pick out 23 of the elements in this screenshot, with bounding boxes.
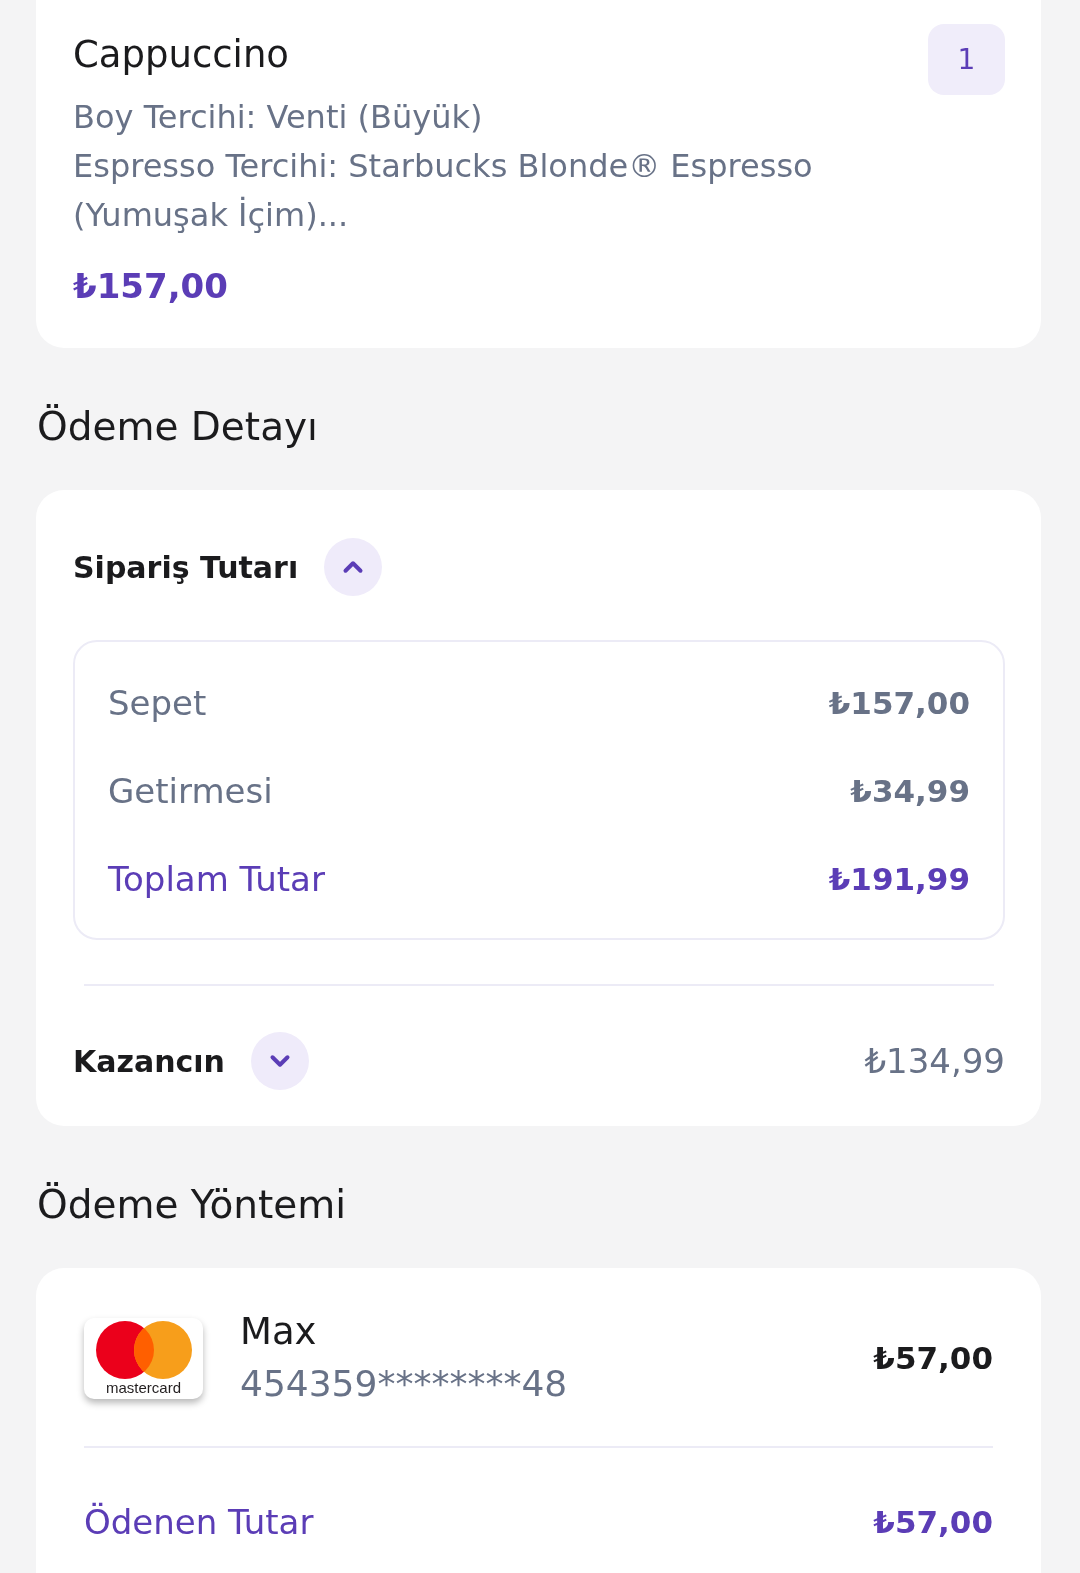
paid-value: ₺57,00 xyxy=(873,1504,993,1540)
card-amount: ₺57,00 xyxy=(873,1340,993,1376)
amount-label: Sepet xyxy=(108,683,207,723)
section-value: ₺134,99 xyxy=(864,1041,1005,1081)
section-label: Sipariş Tutarı xyxy=(73,549,299,585)
amount-value: ₺34,99 xyxy=(850,773,970,809)
section-heading: Ödeme Detayı xyxy=(37,403,318,451)
item-option: Espresso Tercihi: Starbucks Blonde® Espresso (Yumuşak İçim)... xyxy=(73,142,913,240)
card-number: 454359********48 xyxy=(240,1362,568,1406)
item-option: Boy Tercihi: Venti (Büyük) xyxy=(73,93,913,142)
paid-label: Ödenen Tutar xyxy=(84,1502,314,1542)
amount-label: Getirmesi xyxy=(108,771,273,811)
section-label: Kazancın xyxy=(73,1043,225,1079)
overlapping-circles-icon xyxy=(95,1321,192,1379)
card-name: Max xyxy=(240,1309,317,1355)
item-name: Cappuccino xyxy=(73,32,289,78)
card-brand-label: mastercard xyxy=(106,1380,181,1395)
quantity-badge: 1 xyxy=(928,24,1005,95)
amount-value: ₺191,99 xyxy=(828,861,970,897)
section-heading: Ödeme Yöntemi xyxy=(37,1181,347,1229)
amount-label: Toplam Tutar xyxy=(108,859,325,899)
item-price: ₺157,00 xyxy=(73,265,228,308)
amount-value: ₺157,00 xyxy=(828,685,970,721)
